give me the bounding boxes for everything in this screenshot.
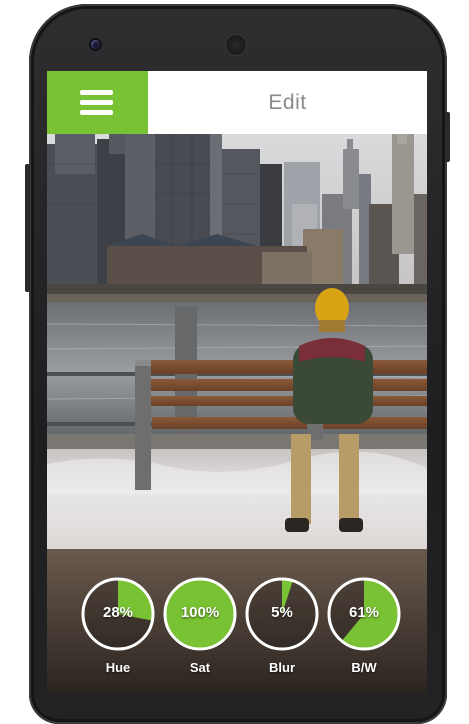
front-camera [91, 40, 100, 49]
earpiece-speaker [225, 34, 247, 56]
bw-value: 61% [348, 604, 380, 621]
app-header: Edit [47, 71, 427, 134]
blur-label: Blur [269, 660, 295, 675]
hue-dial[interactable]: 28% [80, 576, 156, 652]
volume-button [25, 164, 30, 292]
power-button [445, 112, 450, 162]
blur-control[interactable]: 5% Blur [244, 576, 320, 675]
saturation-label: Sat [189, 660, 211, 675]
hue-value: 28% [102, 604, 134, 621]
page-title: Edit [268, 91, 307, 114]
app-screen: Edit 28% Hue 100% Sat 5% Blur 61% B/W [47, 71, 427, 694]
menu-button[interactable] [47, 71, 148, 134]
hue-control[interactable]: 28% Hue [80, 576, 156, 675]
bw-control[interactable]: 61% B/W [326, 576, 402, 675]
saturation-dial[interactable]: 100% [162, 576, 238, 652]
bw-label: B/W [351, 660, 377, 675]
bw-dial[interactable]: 61% [326, 576, 402, 652]
adjustment-controls: 28% Hue 100% Sat 5% Blur 61% B/W [47, 576, 427, 694]
blur-value: 5% [271, 604, 293, 621]
saturation-control[interactable]: 100% Sat [162, 576, 238, 675]
saturation-value: 100% [180, 604, 220, 621]
hue-label: Hue [105, 660, 131, 675]
blur-dial[interactable]: 5% [244, 576, 320, 652]
